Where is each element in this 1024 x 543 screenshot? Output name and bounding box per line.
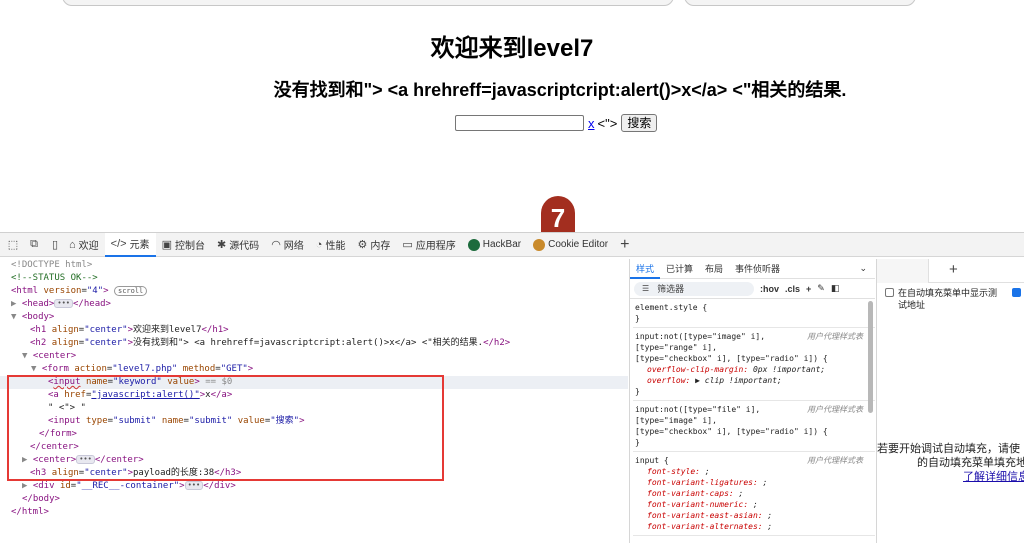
tree-html-close[interactable]: </html> — [11, 506, 49, 519]
tab-event-listeners[interactable]: 事件侦听器 — [729, 259, 786, 279]
dock-icon[interactable]: ▯ — [47, 238, 63, 252]
inspect-icon[interactable]: ⬚ — [5, 238, 21, 252]
sidebar-toggle-icon[interactable]: ◧ — [831, 283, 840, 294]
autofill-tab[interactable] — [877, 259, 929, 283]
elements-tree[interactable]: <!DOCTYPE html> <!--STATUS OK--> <html v… — [0, 259, 628, 543]
styles-scrollbar[interactable] — [868, 301, 873, 413]
tab-welcome[interactable]: ⌂ 欢迎 — [63, 233, 105, 257]
css-rules: element.style { } 用户代理样式表 input:not([typ… — [630, 299, 875, 536]
tree-center[interactable]: ▼ <center> — [22, 350, 76, 363]
elements-icon: </> — [110, 237, 127, 250]
rule-element-style[interactable]: element.style { } — [633, 299, 875, 328]
show-test-address-checkbox[interactable] — [885, 288, 894, 297]
show-test-address-label: 在自动填充菜单中显示测试地址 — [898, 288, 998, 310]
autofill-options: 在自动填充菜单中显示测试地址 — [877, 283, 1024, 311]
performance-icon: ◔ — [315, 238, 323, 251]
tab-computed[interactable]: 已计算 — [660, 259, 699, 279]
tab-memory[interactable]: ⚙ 内存 — [351, 233, 396, 257]
styles-filter-input[interactable]: ☰ 筛选器 — [634, 281, 754, 296]
tree-doctype[interactable]: <!DOCTYPE html> — [11, 259, 92, 272]
tab-application[interactable]: ▭ 应用程序 — [396, 233, 461, 257]
collapsed-ellipsis: ••• — [54, 299, 74, 308]
rule-input-not-file[interactable]: 用户代理样式表 input:not([type="file" i], [type… — [633, 401, 875, 452]
network-icon: ◠ — [271, 239, 281, 251]
tab-layout[interactable]: 布局 — [699, 259, 729, 279]
tree-html[interactable]: <html version="4"> scroll — [11, 285, 148, 298]
rule-source: 用户代理样式表 — [807, 456, 863, 465]
injected-link[interactable]: x — [588, 116, 595, 131]
autofill-message: 若要开始调试自动填充，请使 的自动填充菜单填充地 了解详细信息 — [877, 442, 1024, 484]
tab-sources[interactable]: ✱ 源代码 — [211, 233, 265, 257]
autofill-pane: + 在自动填充菜单中显示测试地址 若要开始调试自动填充，请使 的自动填充菜单填充… — [876, 259, 1024, 543]
tree-head[interactable]: ▶ <head> ••• </head> — [11, 298, 111, 311]
autofill-tabbar: + — [877, 259, 1024, 283]
add-tab-icon[interactable]: + — [614, 236, 635, 254]
search-button[interactable]: 搜索 — [621, 114, 658, 132]
console-icon: ▣ — [161, 239, 172, 251]
styles-filter-row: ☰ 筛选器 :hov .cls + ✎ ◧ — [630, 279, 875, 299]
toolbar-pill — [684, 0, 916, 6]
tree-body-close[interactable]: </body> — [22, 493, 60, 506]
stray-text: <"> — [597, 115, 618, 131]
styles-tabbar: 样式 已计算 布局 事件侦听器 ⌄ — [630, 259, 875, 279]
tab-elements[interactable]: </> 元素 — [104, 232, 156, 257]
memory-icon: ⚙ — [357, 239, 368, 251]
application-icon: ▭ — [402, 239, 413, 251]
tree-h2[interactable]: <h2 align="center">没有找到和"> <a hrehreff=j… — [30, 337, 510, 350]
search-form: x <"> 搜索 — [455, 113, 658, 133]
cookie-icon — [533, 238, 546, 251]
devtools-panel: ⬚ ⧉ ▯ ⌂ 欢迎 </> 元素 ▣ 控制台 ✱ 源代码 ◠ 网络 ◔ 性能 ⚙ 内存 ▭ 应… — [0, 232, 1024, 543]
result-heading: 没有找到和"> <a hrehreff=javascriptcript:aler… — [273, 80, 847, 100]
browser-chrome-remnant — [0, 0, 1024, 8]
welcome-icon: ⌂ — [69, 238, 76, 251]
keyword-input[interactable] — [455, 115, 584, 131]
new-rule-icon[interactable]: + — [806, 284, 811, 294]
chevron-down-icon[interactable]: ⌄ — [859, 263, 867, 274]
rule-input-not-image[interactable]: 用户代理样式表 input:not([type="image" i], [typ… — [633, 328, 875, 401]
rule-source: 用户代理样式表 — [807, 332, 863, 341]
tab-hackbar[interactable]: HackBar — [462, 233, 527, 257]
annotation-highlight-box — [7, 375, 444, 481]
learn-more-link[interactable]: 了解详细信息 — [877, 470, 1024, 484]
page-viewport: 欢迎来到level7 没有找到和"> <a hrehreff=javascrip… — [0, 0, 1024, 236]
add-panel-icon[interactable]: + — [949, 261, 958, 278]
tab-styles[interactable]: 样式 — [630, 259, 661, 279]
tree-h1[interactable]: <h1 align="center">欢迎来到level7</h1> — [30, 324, 229, 337]
hov-button[interactable]: :hov — [760, 284, 779, 294]
tab-console[interactable]: ▣ 控制台 — [156, 233, 211, 257]
address-pill — [62, 0, 674, 6]
devtools-tabbar: ⬚ ⧉ ▯ ⌂ 欢迎 </> 元素 ▣ 控制台 ✱ 源代码 ◠ 网络 ◔ 性能 ⚙ 内存 ▭ 应… — [0, 232, 1024, 257]
paint-icon[interactable]: ✎ — [817, 283, 825, 294]
device-toolbar-icon[interactable]: ⧉ — [26, 238, 42, 252]
styles-pane: 样式 已计算 布局 事件侦听器 ⌄ ☰ 筛选器 :hov .cls + ✎ ◧ e… — [629, 259, 875, 543]
tab-cookie-editor[interactable]: Cookie Editor — [527, 233, 614, 257]
cls-button[interactable]: .cls — [785, 284, 800, 294]
rule-input[interactable]: 用户代理样式表 input { font-style: ; font-varia… — [633, 452, 875, 536]
scroll-badge: scroll — [113, 285, 148, 296]
page-title: 欢迎来到level7 — [430, 35, 594, 62]
tree-body[interactable]: ▼ <body> — [11, 311, 54, 324]
level-badge: 7 — [541, 196, 575, 236]
sources-icon: ✱ — [216, 239, 227, 251]
filter-icon: ☰ — [642, 284, 650, 293]
second-option-checkbox[interactable] — [1012, 288, 1021, 297]
tab-network[interactable]: ◠ 网络 — [265, 233, 310, 257]
tree-div-rec[interactable]: ▶ <div id="__REC__-container"> ••• </div> — [22, 480, 236, 493]
rule-source: 用户代理样式表 — [807, 405, 863, 414]
tab-performance[interactable]: ◔ 性能 — [310, 233, 352, 257]
hackbar-icon — [467, 238, 480, 251]
tree-comment[interactable]: <!--STATUS OK--> — [11, 272, 98, 285]
